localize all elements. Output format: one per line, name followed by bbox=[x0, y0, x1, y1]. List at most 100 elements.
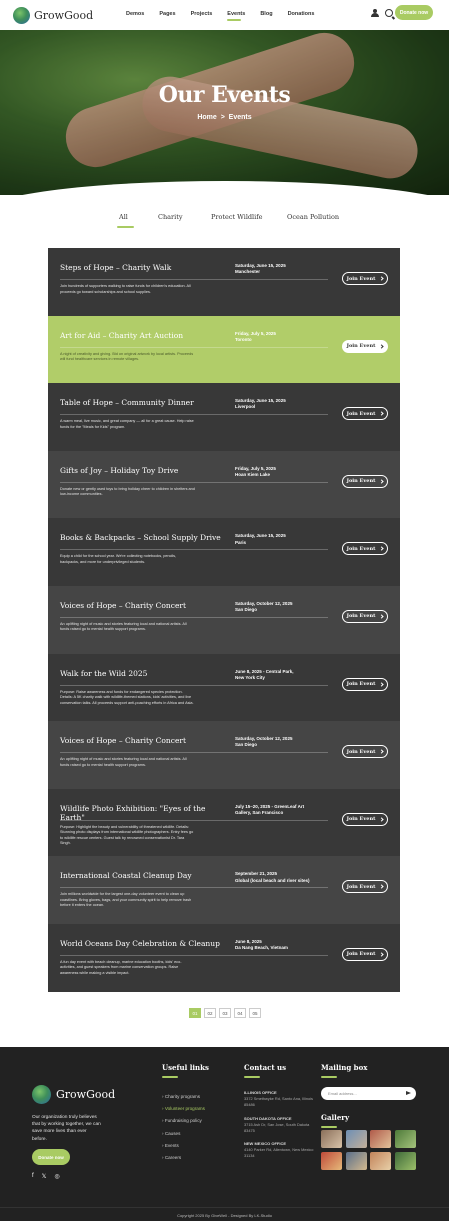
join-event-button[interactable]: Join Event bbox=[342, 272, 388, 285]
newsletter-email-input[interactable]: Email address... bbox=[321, 1087, 416, 1100]
instagram-icon[interactable]: ◎ bbox=[55, 1173, 60, 1180]
nav-item-events[interactable]: Events bbox=[227, 11, 245, 21]
event-description: Purpose: Highlight the beauty and vulner… bbox=[60, 824, 194, 846]
header-icons bbox=[371, 9, 393, 17]
event-card: World Oceans Day Celebration & Cleanup Ju… bbox=[48, 923, 400, 992]
footer-link[interactable]: › Events bbox=[162, 1140, 205, 1152]
send-icon[interactable] bbox=[406, 1091, 411, 1095]
join-event-button[interactable]: Join Event bbox=[342, 812, 388, 826]
event-location: Paris bbox=[235, 539, 247, 545]
page-link-4[interactable]: 04 bbox=[234, 1008, 246, 1018]
gallery-thumbnail[interactable] bbox=[370, 1130, 391, 1148]
page-link-5[interactable]: 05 bbox=[249, 1008, 261, 1018]
event-title[interactable]: World Oceans Day Celebration & Cleanup bbox=[60, 939, 230, 948]
gallery-thumbnail[interactable] bbox=[394, 1130, 416, 1148]
join-event-button[interactable]: Join Event bbox=[342, 677, 388, 691]
filter-tab-ocean-pollution[interactable]: Ocean Pollution bbox=[287, 213, 339, 221]
filter-tab-all[interactable]: All bbox=[117, 213, 134, 228]
event-title[interactable]: Steps of Hope – Charity Walk bbox=[60, 263, 230, 272]
main-nav: Demos Pages Projects Events Blog Donatio… bbox=[126, 11, 315, 21]
page-link-2[interactable]: 02 bbox=[204, 1008, 216, 1018]
page-title: Our Events bbox=[158, 82, 291, 108]
event-card: Wildlife Photo Exhibition: "Eyes of the … bbox=[48, 788, 400, 857]
office-address: 3715 Ash Dr, San Jose, South Dakota 8347… bbox=[244, 1121, 310, 1133]
event-description: Equip a child for the school year. We're… bbox=[60, 554, 177, 564]
logo-text: GrowGood bbox=[34, 9, 94, 22]
footer-logo-text: GrowGood bbox=[56, 1088, 116, 1101]
event-title[interactable]: Table of Hope – Community Dinner bbox=[60, 398, 230, 407]
event-description: Join hundreds of supporters walking to r… bbox=[60, 284, 191, 294]
breadcrumb-home[interactable]: Home bbox=[197, 114, 216, 121]
join-event-button[interactable]: Join Event bbox=[342, 609, 388, 623]
event-title[interactable]: Art for Aid – Charity Art Auction bbox=[60, 331, 230, 340]
event-title[interactable]: Walk for the Wild 2025 bbox=[60, 669, 230, 678]
filter-tab-charity[interactable]: Charity bbox=[158, 213, 183, 221]
join-event-button[interactable]: Join Event bbox=[342, 407, 388, 421]
join-event-button[interactable]: Join Event bbox=[342, 745, 388, 759]
footer-donate-button[interactable]: Donate now bbox=[32, 1149, 70, 1165]
event-title[interactable]: Voices of Hope – Charity Concert bbox=[60, 736, 230, 745]
event-date-location: Friday, July 5, 2025 Hoan Kiem Lake bbox=[235, 466, 335, 479]
gallery-thumbnail[interactable] bbox=[321, 1130, 342, 1148]
event-description: A fun day event with beach cleanup, mari… bbox=[60, 959, 182, 975]
join-event-button[interactable]: Join Event bbox=[342, 339, 388, 353]
event-date-location: Saturday, October 12, 2025 San Diego bbox=[235, 601, 335, 614]
footer-logo[interactable]: GrowGood bbox=[32, 1085, 115, 1104]
footer-link[interactable]: › Fundraising policy bbox=[162, 1115, 205, 1127]
join-event-button[interactable]: Join Event bbox=[342, 542, 388, 556]
chevron-right-icon bbox=[379, 546, 385, 551]
chevron-right-icon bbox=[379, 681, 385, 687]
useful-links-heading: Useful links bbox=[162, 1063, 209, 1078]
nav-item-blog[interactable]: Blog bbox=[260, 11, 272, 17]
footer-link[interactable]: › Causes bbox=[162, 1128, 205, 1140]
site-logo[interactable]: GrowGood bbox=[13, 7, 93, 24]
globe-logo-icon bbox=[13, 7, 30, 24]
event-card: Steps of Hope – Charity Walk Saturday, Ju… bbox=[48, 248, 400, 316]
office-block: SOUTH DAKOTA OFFICE 3715 Ash Dr, San Jos… bbox=[244, 1116, 314, 1134]
chevron-right-icon bbox=[379, 884, 385, 889]
donate-now-button[interactable]: Donate now bbox=[395, 5, 433, 20]
page-link-3[interactable]: 03 bbox=[219, 1008, 231, 1018]
chevron-right-icon bbox=[379, 614, 385, 619]
user-icon[interactable] bbox=[371, 9, 379, 17]
gallery-thumbnail[interactable] bbox=[345, 1151, 367, 1170]
event-description: An uplifting night of music and stories … bbox=[60, 757, 187, 767]
nav-item-projects[interactable]: Projects bbox=[191, 11, 213, 17]
event-list: Steps of Hope – Charity Walk Saturday, Ju… bbox=[48, 248, 400, 992]
office-block: ILLINOIS OFFICE 3372 Smethwyke Rd, Santo… bbox=[244, 1090, 314, 1108]
gallery-thumbnail[interactable] bbox=[394, 1151, 416, 1170]
footer-link[interactable]: › Volunteer programs bbox=[162, 1103, 205, 1115]
chevron-right-icon bbox=[379, 276, 385, 281]
nav-item-donations[interactable]: Donations bbox=[288, 11, 315, 17]
event-filter-tabs: All Charity Protect Wildlife Ocean Pollu… bbox=[0, 213, 449, 228]
event-description: Join millions worldwide for the largest … bbox=[60, 892, 192, 908]
join-event-button[interactable]: Join Event bbox=[342, 947, 388, 961]
useful-links-list: › Charity programs › Volunteer programs … bbox=[162, 1091, 205, 1164]
event-title[interactable]: Books & Backpacks – School Supply Drive bbox=[60, 533, 230, 542]
join-event-button[interactable]: Join Event bbox=[342, 880, 388, 894]
event-date-location: July 15–20, 2025 - GreenLeaf Art Gallery,… bbox=[235, 804, 335, 817]
chevron-right-icon bbox=[379, 749, 385, 754]
event-card: Books & Backpacks – School Supply Drive S… bbox=[48, 518, 400, 586]
search-icon[interactable] bbox=[385, 9, 393, 17]
event-title[interactable]: Gifts of Joy – Holiday Toy Drive bbox=[60, 466, 230, 475]
facebook-icon[interactable]: f bbox=[32, 1173, 34, 1180]
globe-logo-icon bbox=[32, 1085, 51, 1104]
gallery-thumbnail[interactable] bbox=[370, 1151, 391, 1170]
footer-link[interactable]: › Careers bbox=[162, 1152, 205, 1164]
event-location: Liverpool bbox=[235, 404, 256, 410]
event-title[interactable]: International Coastal Cleanup Day bbox=[60, 871, 230, 880]
event-card: Walk for the Wild 2025 June 8, 2025 - Cen… bbox=[48, 653, 400, 722]
nav-item-demos[interactable]: Demos bbox=[126, 11, 144, 17]
gallery-thumbnail[interactable] bbox=[321, 1151, 342, 1170]
footer-link[interactable]: › Charity programs bbox=[162, 1091, 205, 1103]
chevron-right-icon bbox=[379, 479, 385, 484]
event-title[interactable]: Voices of Hope – Charity Concert bbox=[60, 601, 230, 610]
join-event-button[interactable]: Join Event bbox=[342, 474, 388, 488]
page-link-1[interactable]: 01 bbox=[189, 1008, 201, 1018]
filter-tab-protect-wildlife[interactable]: Protect Wildlife bbox=[211, 213, 262, 221]
x-twitter-icon[interactable]: 𝕏 bbox=[42, 1173, 47, 1180]
event-description: A night of creativity and giving. Bid on… bbox=[60, 351, 194, 362]
gallery-thumbnail[interactable] bbox=[345, 1130, 367, 1148]
nav-item-pages[interactable]: Pages bbox=[159, 11, 175, 17]
